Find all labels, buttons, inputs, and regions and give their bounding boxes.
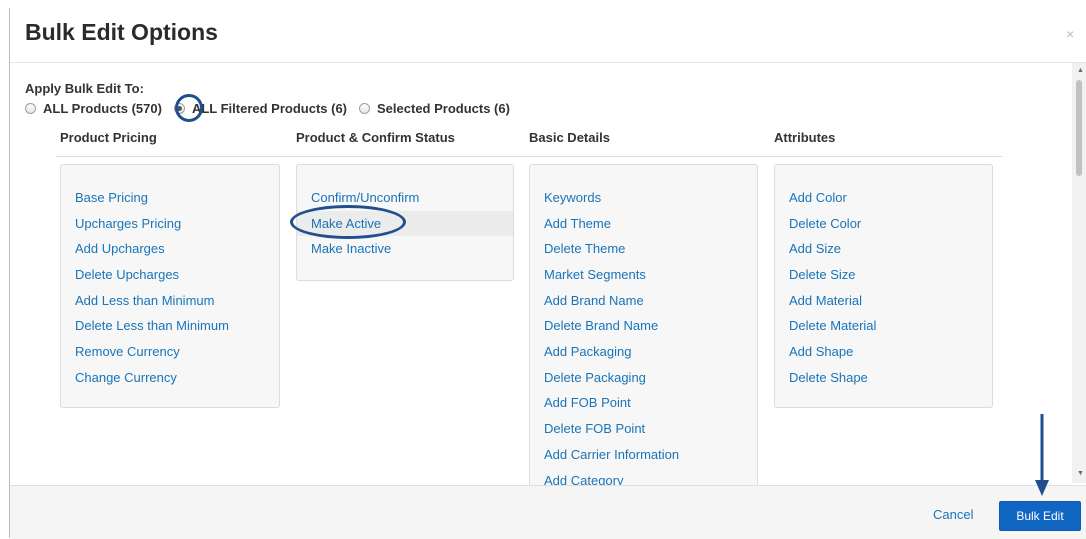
link-market-segments[interactable]: Market Segments bbox=[530, 262, 757, 287]
link-add-packaging[interactable]: Add Packaging bbox=[530, 339, 757, 364]
link-delete-color[interactable]: Delete Color bbox=[775, 211, 992, 236]
link-make-inactive[interactable]: Make Inactive bbox=[297, 236, 513, 261]
radio-button-icon[interactable] bbox=[25, 103, 36, 114]
link-base-pricing[interactable]: Base Pricing bbox=[61, 185, 279, 210]
link-upcharges-pricing[interactable]: Upcharges Pricing bbox=[61, 211, 279, 236]
column-heading-attributes: Attributes bbox=[774, 130, 836, 145]
link-change-currency[interactable]: Change Currency bbox=[61, 365, 279, 390]
link-add-shape[interactable]: Add Shape bbox=[775, 339, 992, 364]
radio-all-products[interactable]: ALL Products (570) bbox=[25, 101, 162, 116]
column-header-divider bbox=[56, 156, 1002, 157]
close-icon[interactable]: × bbox=[1066, 26, 1074, 42]
cancel-button[interactable]: Cancel bbox=[933, 507, 973, 522]
link-delete-shape[interactable]: Delete Shape bbox=[775, 365, 992, 390]
modal-title: Bulk Edit Options bbox=[25, 19, 218, 45]
header-divider bbox=[10, 62, 1086, 63]
link-add-color[interactable]: Add Color bbox=[775, 185, 992, 210]
scroll-down-arrow-icon[interactable]: ▼ bbox=[1077, 470, 1084, 477]
link-delete-material[interactable]: Delete Material bbox=[775, 313, 992, 338]
link-add-fob-point[interactable]: Add FOB Point bbox=[530, 390, 757, 415]
arrow-down-annotation-icon bbox=[1035, 414, 1049, 496]
radio-button-icon[interactable] bbox=[359, 103, 371, 114]
modal-footer bbox=[10, 485, 1086, 539]
column-heading-product-pricing: Product Pricing bbox=[60, 130, 157, 145]
panel-basic-details: Keywords Add Theme Delete Theme Market S… bbox=[529, 164, 758, 494]
radio-label: ALL Products (570) bbox=[43, 101, 162, 116]
link-delete-packaging[interactable]: Delete Packaging bbox=[530, 365, 757, 390]
bulk-edit-button[interactable]: Bulk Edit bbox=[999, 501, 1081, 531]
link-delete-size[interactable]: Delete Size bbox=[775, 262, 992, 287]
link-add-brand-name[interactable]: Add Brand Name bbox=[530, 288, 757, 313]
radio-label: Selected Products (6) bbox=[377, 101, 510, 116]
modal-left-border bbox=[9, 8, 10, 538]
link-add-upcharges[interactable]: Add Upcharges bbox=[61, 236, 279, 261]
apply-scope-radio-group: ALL Products (570) ALL Filtered Products… bbox=[25, 101, 522, 116]
link-delete-theme[interactable]: Delete Theme bbox=[530, 236, 757, 261]
column-heading-basic-details: Basic Details bbox=[529, 130, 610, 145]
link-add-less-than-minimum[interactable]: Add Less than Minimum bbox=[61, 288, 279, 313]
apply-bulk-edit-label: Apply Bulk Edit To: bbox=[25, 81, 144, 96]
radio-selected-products[interactable]: Selected Products (6) bbox=[359, 101, 510, 116]
panel-attributes: Add Color Delete Color Add Size Delete S… bbox=[774, 164, 993, 408]
link-delete-upcharges[interactable]: Delete Upcharges bbox=[61, 262, 279, 287]
link-add-theme[interactable]: Add Theme bbox=[530, 211, 757, 236]
link-add-carrier-information[interactable]: Add Carrier Information bbox=[530, 442, 757, 467]
link-delete-brand-name[interactable]: Delete Brand Name bbox=[530, 313, 757, 338]
panel-product-pricing: Base Pricing Upcharges Pricing Add Upcha… bbox=[60, 164, 280, 408]
link-keywords[interactable]: Keywords bbox=[530, 185, 757, 210]
link-remove-currency[interactable]: Remove Currency bbox=[61, 339, 279, 364]
link-delete-fob-point[interactable]: Delete FOB Point bbox=[530, 416, 757, 441]
highlight-ellipse-annotation bbox=[290, 205, 406, 239]
scrollbar-thumb[interactable] bbox=[1076, 80, 1082, 176]
link-add-material[interactable]: Add Material bbox=[775, 288, 992, 313]
scroll-up-arrow-icon[interactable]: ▲ bbox=[1077, 67, 1084, 74]
highlight-circle-annotation bbox=[175, 94, 203, 122]
link-delete-less-than-minimum[interactable]: Delete Less than Minimum bbox=[61, 313, 279, 338]
column-heading-product-confirm-status: Product & Confirm Status bbox=[296, 130, 455, 145]
link-add-size[interactable]: Add Size bbox=[775, 236, 992, 261]
radio-label: ALL Filtered Products (6) bbox=[191, 101, 348, 116]
